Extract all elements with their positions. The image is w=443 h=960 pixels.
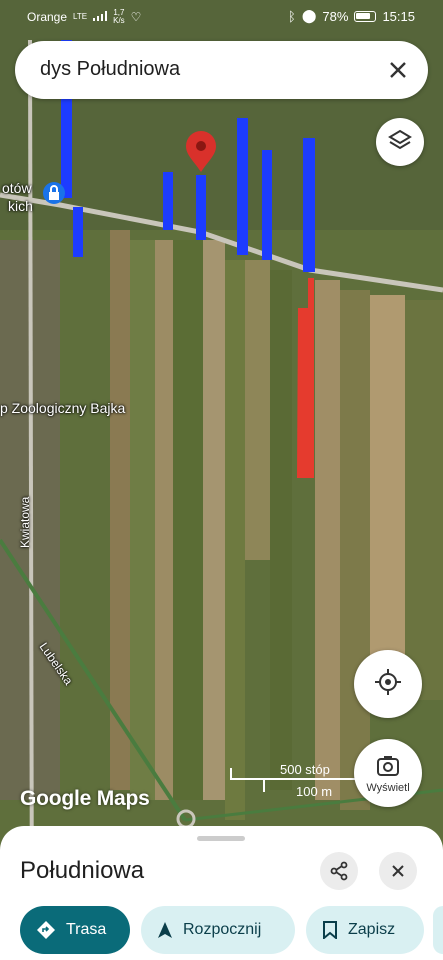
share-icon (330, 861, 348, 881)
net-speed: 1,7 K/s (113, 8, 125, 25)
network-type: LTE (73, 12, 88, 21)
parcel-blue[interactable] (262, 150, 272, 260)
clock: 15:15 (382, 8, 415, 24)
map-label-poi[interactable]: kich (8, 198, 33, 214)
my-location-button[interactable] (354, 650, 422, 718)
directions-button[interactable]: Trasa (20, 906, 130, 954)
place-title: Południowa (20, 857, 145, 884)
carrier-label: Orange (27, 10, 68, 24)
health-icon: ♡ (130, 10, 142, 24)
field-strip (340, 290, 370, 810)
save-button[interactable]: Zapisz (306, 906, 424, 954)
field-strip (155, 240, 173, 800)
field-strip (245, 260, 270, 560)
layers-icon (388, 128, 412, 157)
field-strip (110, 230, 130, 790)
directions-icon (37, 921, 55, 939)
field-strip (370, 295, 405, 695)
search-query[interactable]: dys Południowa (40, 58, 180, 81)
parcel-blue[interactable] (163, 172, 173, 230)
location-icon: ⬤ (301, 8, 317, 23)
google-maps-watermark: Google Maps (20, 787, 150, 810)
lock-poi-icon[interactable] (43, 182, 65, 204)
scale-labels: 500 stóp 100 m (230, 760, 370, 800)
field-strip (225, 260, 245, 820)
search-bar[interactable]: dys Południowa (15, 41, 428, 99)
field-strip (270, 270, 292, 790)
start-label: Rozpocznij (183, 921, 262, 938)
parcel-red[interactable] (308, 278, 314, 308)
parcel-blue[interactable] (73, 207, 83, 257)
scale-feet: 500 stóp (280, 762, 330, 777)
save-label: Zapisz (348, 921, 396, 938)
map-label-zoo[interactable]: p Zoologiczny Bajka (0, 400, 125, 416)
parcel-red[interactable] (297, 308, 314, 478)
crosshair-icon (374, 668, 402, 701)
close-sheet-button[interactable] (379, 852, 417, 890)
close-icon[interactable] (386, 58, 410, 82)
directions-label: Trasa (66, 921, 107, 938)
parcel-blue[interactable] (237, 118, 248, 255)
share-button[interactable] (320, 852, 358, 890)
layers-button[interactable] (376, 118, 424, 166)
start-button[interactable]: Rozpocznij (141, 906, 295, 954)
field-strip (405, 300, 443, 700)
status-bar: Orange LTE 1,7 K/s ♡ ᛒ ⬤ 78% 15:15 (0, 0, 443, 34)
street-label-kwiatowa: Kwiatowa (18, 496, 32, 548)
parcel-blue[interactable] (196, 175, 206, 240)
battery-icon (354, 10, 377, 22)
parcel-blue[interactable] (303, 138, 315, 272)
field-strip (173, 240, 203, 800)
bookmark-icon (323, 921, 337, 939)
scale-meters: 100 m (296, 784, 333, 799)
place-sheet[interactable]: Południowa Trasa Rozpocznij Zapisz (0, 826, 443, 960)
bluetooth-icon: ᛒ (288, 8, 296, 24)
field-strip (130, 240, 155, 800)
sheet-handle[interactable] (197, 836, 245, 841)
signal-icon (93, 10, 108, 24)
map-label-poi[interactable]: otów (2, 180, 32, 196)
field-strip (203, 240, 225, 800)
navigation-arrow-icon (158, 922, 172, 938)
camera-lens-icon (377, 756, 399, 776)
battery-percent: 78% (322, 8, 349, 24)
close-icon (392, 865, 404, 877)
field-strip (315, 280, 340, 800)
more-actions-chip[interactable] (433, 906, 443, 954)
